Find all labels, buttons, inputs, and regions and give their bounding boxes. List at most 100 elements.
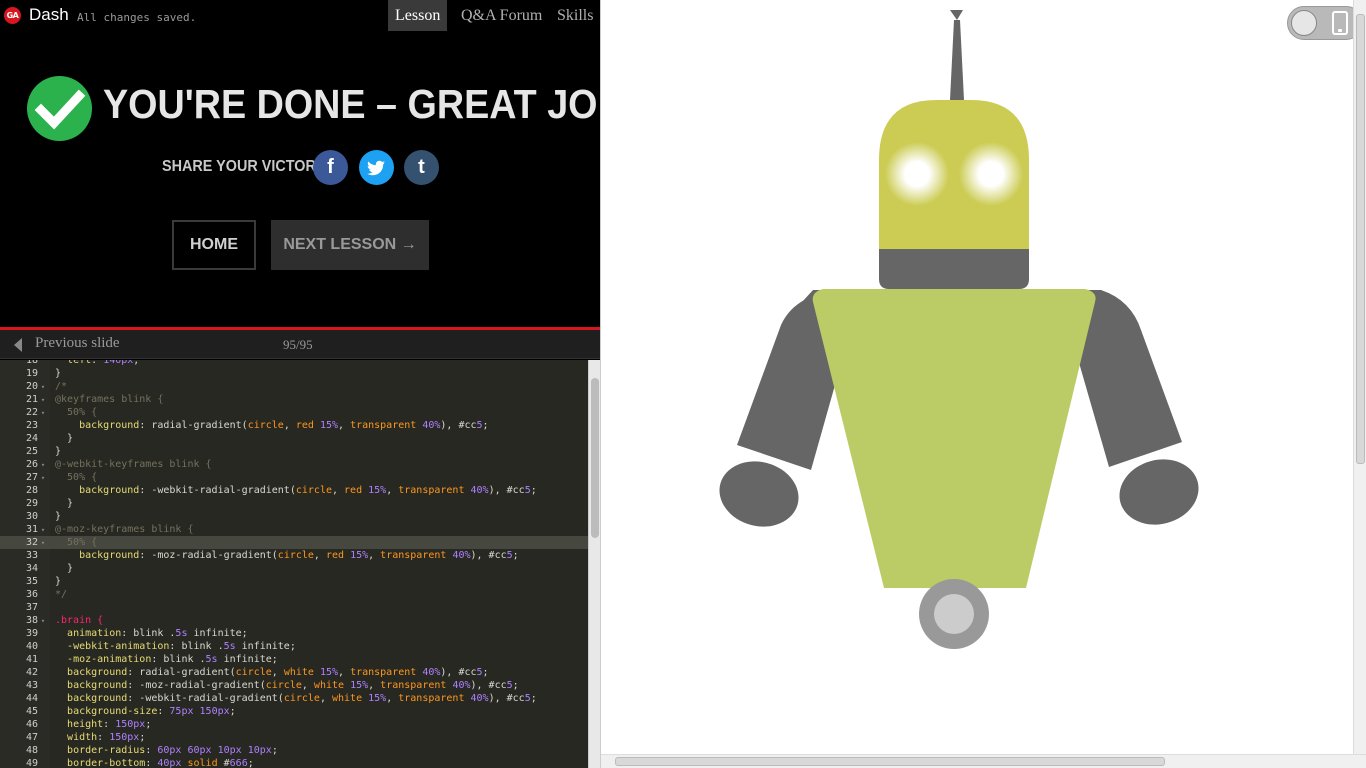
code-line[interactable]: 35}	[0, 575, 588, 588]
completion-title: YOU'RE DONE – GREAT JOB!	[103, 81, 638, 127]
tumblr-icon: t	[418, 156, 425, 178]
line-number: 40	[25, 641, 38, 652]
checkmark-icon	[27, 76, 92, 141]
line-number: 42	[25, 667, 38, 678]
tab-lesson[interactable]: Lesson	[388, 0, 448, 31]
code-text: background: -moz-radial-gradient(circle,…	[79, 550, 519, 561]
line-number: 24	[25, 433, 38, 444]
line-number: 49	[25, 758, 38, 768]
code-text: width: 150px;	[67, 732, 146, 743]
code-line[interactable]: 37	[0, 601, 588, 614]
code-line[interactable]: 40 -webkit-animation: blink .5s infinite…	[0, 640, 588, 653]
code-line[interactable]: 30}	[0, 510, 588, 523]
robot-left-eye	[885, 142, 949, 206]
code-line[interactable]: 42 background: radial-gradient(circle, w…	[0, 666, 588, 679]
code-line[interactable]: 20 ▾/*	[0, 380, 588, 393]
line-number: 21	[25, 394, 38, 405]
code-line[interactable]: 21 ▾ @keyframes blink {	[0, 393, 588, 406]
code-text: background: radial-gradient(circle, whit…	[67, 667, 489, 678]
facebook-share-button[interactable]: f	[313, 150, 348, 185]
robot-neck	[879, 249, 1029, 289]
line-number: 35	[25, 576, 38, 587]
code-line[interactable]: 43 background: -moz-radial-gradient(circ…	[0, 679, 588, 692]
code-line[interactable]: 23 background: radial-gradient(circle, r…	[0, 419, 588, 432]
code-text: left: 140px;	[67, 360, 140, 366]
code-line[interactable]: 32 ▾ 50% {	[0, 536, 588, 549]
device-preview-toggle[interactable]	[1287, 6, 1363, 40]
line-number: 33	[25, 550, 38, 561]
code-line[interactable]: 48 border-radius: 60px 60px 10px 10px;	[0, 744, 588, 757]
toggle-knob[interactable]	[1291, 10, 1317, 36]
editor-scrollbar-thumb[interactable]	[591, 378, 599, 538]
code-line[interactable]: 46 height: 150px;	[0, 718, 588, 731]
slide-counter: 95/95	[283, 337, 313, 352]
line-number: 29	[25, 498, 38, 509]
code-line[interactable]: 29 }	[0, 497, 588, 510]
app-name[interactable]: Dash	[29, 5, 69, 25]
code-text: -moz-animation: blink .5s infinite;	[67, 654, 278, 665]
ga-logo[interactable]: GA	[4, 7, 21, 24]
line-number: 47	[25, 732, 38, 743]
preview-vertical-scrollbar-thumb[interactable]	[1356, 14, 1365, 464]
code-text: }	[55, 498, 74, 509]
code-line[interactable]: 19}	[0, 367, 588, 380]
twitter-share-button[interactable]	[359, 150, 394, 185]
code-lines: 18 left: 140px; 19} 20 ▾/* 21 ▾ @keyframes bli…	[0, 360, 588, 768]
code-text: background: -webkit-radial-gradient(circ…	[79, 485, 537, 496]
line-number: 18	[25, 360, 38, 366]
facebook-icon: f	[327, 156, 334, 178]
code-text: }	[55, 576, 62, 587]
code-line[interactable]: 28 background: -webkit-radial-gradient(c…	[0, 484, 588, 497]
code-line[interactable]: 27 ▾ 50% {	[0, 471, 588, 484]
line-number: 39	[25, 628, 38, 639]
code-text: /*	[55, 381, 68, 392]
code-editor[interactable]: 18 left: 140px; 19} 20 ▾/* 21 ▾ @keyframes bli…	[0, 360, 600, 768]
code-text: -webkit-animation: blink .5s infinite;	[67, 641, 296, 652]
code-text: .brain {	[55, 615, 104, 626]
tab-qa-forum[interactable]: Q&A Forum	[454, 0, 549, 31]
home-button[interactable]: HOME	[172, 220, 256, 270]
lesson-pane: GA Dash All changes saved. Lesson Q&A Fo…	[0, 0, 637, 768]
code-line[interactable]: 31 ▾ @-moz-keyframes blink {	[0, 523, 588, 536]
code-line[interactable]: 18 left: 140px;	[0, 360, 588, 367]
code-line[interactable]: 25}	[0, 445, 588, 458]
code-line[interactable]: 38 ▾ .brain {	[0, 614, 588, 627]
code-line[interactable]: 47 width: 150px;	[0, 731, 588, 744]
tumblr-share-button[interactable]: t	[404, 150, 439, 185]
line-number: 19	[25, 368, 38, 379]
code-line[interactable]: 39 animation: blink .5s infinite;	[0, 627, 588, 640]
preview-vertical-scrollbar[interactable]	[1353, 0, 1366, 754]
code-text: background-size: 75px 150px;	[67, 706, 236, 717]
phone-icon	[1332, 11, 1348, 35]
code-line[interactable]: 41 -moz-animation: blink .5s infinite;	[0, 653, 588, 666]
code-line[interactable]: 49 border-bottom: 40px solid #666;	[0, 757, 588, 768]
robot-right-eye	[959, 142, 1023, 206]
line-number: 44	[25, 693, 38, 704]
code-line[interactable]: 24 }	[0, 432, 588, 445]
chevron-left-icon[interactable]	[14, 338, 22, 352]
line-number: 45	[25, 706, 38, 717]
completion-banner: YOU'RE DONE – GREAT JOB! SHARE YOUR VICT…	[0, 31, 637, 327]
previous-slide-link[interactable]: Previous slide	[35, 335, 120, 352]
code-line[interactable]: 44 background: -webkit-radial-gradient(c…	[0, 692, 588, 705]
tab-skills[interactable]: Skills	[550, 0, 600, 31]
preview-horizontal-scrollbar[interactable]	[601, 754, 1366, 768]
next-lesson-button[interactable]: NEXT LESSON →	[271, 220, 429, 270]
code-text: height: 150px;	[67, 719, 152, 730]
slide-navigation: Previous slide 95/95	[0, 330, 600, 359]
code-line[interactable]: 45 background-size: 75px 150px;	[0, 705, 588, 718]
code-line[interactable]: 34 }	[0, 562, 588, 575]
code-text: @keyframes blink {	[55, 394, 164, 405]
code-line[interactable]: 22 ▾ 50% {	[0, 406, 588, 419]
line-number: 38	[25, 615, 38, 626]
share-label: SHARE YOUR VICTORY:	[162, 158, 329, 175]
code-line[interactable]: 33 background: -moz-radial-gradient(circ…	[0, 549, 588, 562]
code-line[interactable]: 26 ▾ @-webkit-keyframes blink {	[0, 458, 588, 471]
line-number: 32	[25, 537, 38, 548]
editor-scrollbar[interactable]	[588, 360, 600, 768]
code-text: border-radius: 60px 60px 10px 10px;	[67, 745, 278, 756]
code-line[interactable]: 36 */	[0, 588, 588, 601]
code-text: animation: blink .5s infinite;	[67, 628, 248, 639]
code-text: background: radial-gradient(circle, red …	[79, 420, 489, 431]
preview-horizontal-scrollbar-thumb[interactable]	[615, 757, 1165, 766]
